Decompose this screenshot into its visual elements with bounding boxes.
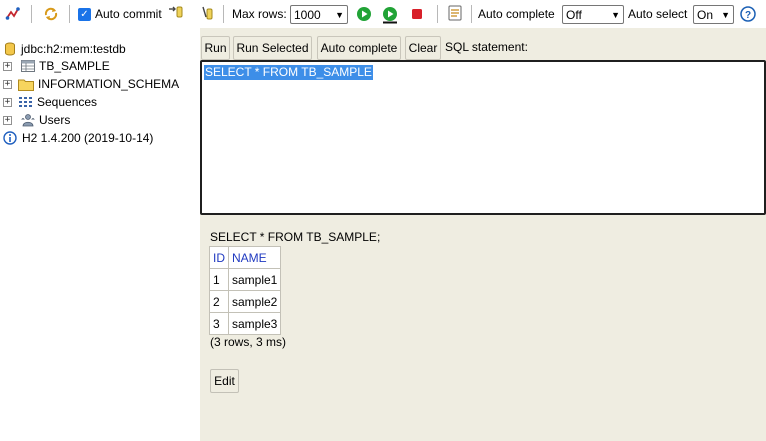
tree-connection-label: jdbc:h2:mem:testdb bbox=[21, 42, 126, 56]
auto-complete-button[interactable]: Auto complete bbox=[317, 36, 401, 60]
chevron-down-icon: ▼ bbox=[335, 9, 344, 20]
table-row: 2 sample2 bbox=[209, 290, 282, 313]
tree-item-sequences[interactable]: + Sequences bbox=[3, 93, 97, 111]
commit-icon[interactable] bbox=[167, 4, 183, 20]
auto-select-select[interactable]: On ▼ bbox=[693, 5, 734, 24]
tree-item-label: Users bbox=[39, 113, 71, 127]
auto-commit-label: Auto commit bbox=[95, 7, 162, 21]
table-row: 1 sample1 bbox=[209, 268, 282, 291]
refresh-icon[interactable] bbox=[43, 6, 59, 22]
column-header-name[interactable]: NAME bbox=[227, 246, 282, 269]
result-table: ID NAME 1 sample1 2 sample2 3 sample3 bbox=[209, 246, 282, 335]
run-selected-button[interactable]: Run Selected bbox=[233, 36, 312, 60]
column-header-id[interactable]: ID bbox=[209, 246, 229, 269]
sql-statement-label: SQL statement: bbox=[445, 40, 528, 54]
table-cell: 2 bbox=[209, 290, 229, 313]
table-row: 3 sample3 bbox=[209, 312, 282, 335]
table-header-row: ID NAME bbox=[209, 246, 282, 269]
chevron-down-icon: ▼ bbox=[721, 9, 730, 20]
run-selected-icon[interactable] bbox=[381, 6, 397, 24]
tree-item-users[interactable]: + Users bbox=[3, 111, 70, 129]
result-meta: (3 rows, 3 ms) bbox=[210, 335, 287, 349]
max-rows-select[interactable]: 1000 ▼ bbox=[290, 5, 348, 24]
toolbar-separator bbox=[31, 5, 32, 23]
database-icon bbox=[4, 42, 16, 56]
table-icon bbox=[21, 60, 35, 72]
chevron-down-icon: ▼ bbox=[611, 9, 620, 20]
max-rows-value: 1000 bbox=[294, 7, 321, 22]
table-cell: 1 bbox=[209, 268, 229, 291]
tree-connection[interactable]: jdbc:h2:mem:testdb bbox=[4, 40, 126, 58]
toolbar-separator bbox=[437, 5, 438, 23]
auto-commit-checkbox[interactable]: ✓ bbox=[78, 8, 91, 21]
expand-icon[interactable]: + bbox=[3, 115, 12, 125]
users-icon bbox=[21, 113, 35, 127]
tree-item-information-schema[interactable]: + INFORMATION_SCHEMA bbox=[3, 75, 179, 93]
run-icon[interactable] bbox=[356, 6, 372, 22]
sql-selected-text[interactable]: SELECT * FROM TB_SAMPLE bbox=[204, 65, 373, 80]
expand-icon[interactable]: + bbox=[3, 97, 12, 107]
rollback-icon[interactable] bbox=[199, 5, 215, 21]
toolbar-separator bbox=[471, 5, 472, 23]
query-pane: Run Run Selected Auto complete Clear SQL… bbox=[200, 28, 766, 441]
table-cell: sample3 bbox=[227, 312, 282, 335]
tree-item-label: INFORMATION_SCHEMA bbox=[38, 77, 180, 91]
table-cell: sample1 bbox=[227, 268, 282, 291]
result-statement: SELECT * FROM TB_SAMPLE; bbox=[210, 230, 381, 244]
toolbar: ✓ Auto commit Max rows: 1000 ▼ Auto comp… bbox=[0, 0, 766, 28]
tree-version: H2 1.4.200 (2019-10-14) bbox=[3, 129, 153, 147]
run-button[interactable]: Run bbox=[201, 36, 230, 60]
tree-item-tb-sample[interactable]: + TB_SAMPLE bbox=[3, 57, 110, 75]
auto-complete-label: Auto complete bbox=[478, 7, 555, 21]
folder-icon bbox=[18, 78, 34, 91]
max-rows-label: Max rows: bbox=[232, 7, 287, 21]
auto-complete-select[interactable]: Off ▼ bbox=[562, 5, 624, 24]
tree-item-label: Sequences bbox=[37, 95, 98, 109]
toolbar-separator bbox=[223, 5, 224, 23]
tree-item-label: TB_SAMPLE bbox=[39, 59, 110, 73]
stop-icon[interactable] bbox=[409, 6, 425, 22]
sequences-icon bbox=[19, 96, 33, 108]
disconnect-icon[interactable] bbox=[5, 6, 21, 22]
help-icon[interactable]: ? bbox=[740, 6, 756, 22]
auto-select-value: On bbox=[697, 7, 714, 22]
history-icon[interactable] bbox=[447, 4, 463, 21]
edit-button[interactable]: Edit bbox=[210, 369, 239, 393]
version-label: H2 1.4.200 (2019-10-14) bbox=[22, 131, 154, 145]
svg-text:?: ? bbox=[745, 10, 751, 21]
expand-icon[interactable]: + bbox=[3, 79, 12, 89]
table-cell: sample2 bbox=[227, 290, 282, 313]
auto-select-label: Auto select bbox=[628, 7, 688, 21]
auto-complete-value: Off bbox=[566, 7, 582, 22]
info-icon bbox=[3, 131, 17, 145]
sql-editor[interactable]: SELECT * FROM TB_SAMPLE bbox=[200, 60, 766, 215]
expand-icon[interactable]: + bbox=[3, 61, 12, 71]
table-cell: 3 bbox=[209, 312, 229, 335]
checkmark-icon: ✓ bbox=[78, 8, 91, 21]
clear-button[interactable]: Clear bbox=[405, 36, 441, 60]
toolbar-separator bbox=[69, 5, 70, 23]
